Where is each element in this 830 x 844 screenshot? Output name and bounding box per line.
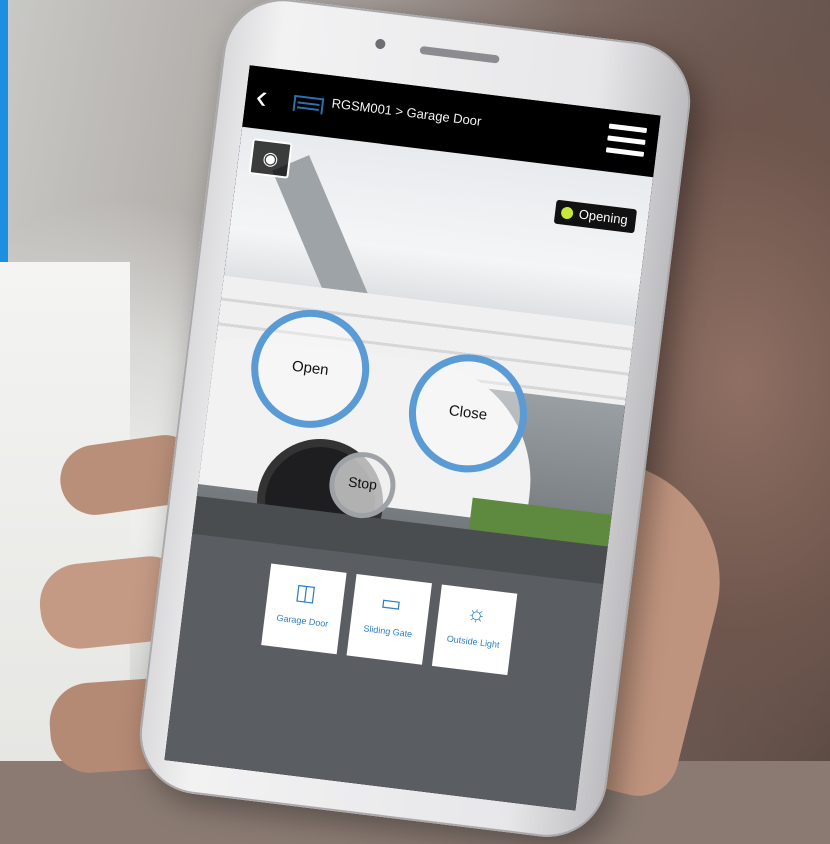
device-bar: ◫ Garage Door ▭ Sliding Gate ☼ Outside L… [164, 533, 604, 811]
camera-snapshot-icon[interactable]: ◉ [248, 138, 293, 179]
device-tile-garage-door[interactable]: ◫ Garage Door [261, 563, 347, 655]
menu-line [605, 147, 645, 157]
front-camera [374, 38, 386, 50]
brand-accent-strip [0, 0, 8, 262]
app-screen: ‹ RGSM001 > Garage Door ◉ Opening Open C… [164, 65, 661, 811]
chevron-left-icon[interactable]: ‹ [254, 76, 289, 119]
hamburger-menu-icon[interactable] [605, 123, 648, 161]
menu-line [607, 135, 646, 145]
smartphone: ‹ RGSM001 > Garage Door ◉ Opening Open C… [133, 0, 697, 844]
menu-line [608, 123, 648, 134]
status-indicator-dot [560, 206, 574, 220]
device-tile-outside-light[interactable]: ☼ Outside Light [431, 584, 518, 676]
phone-speaker [419, 45, 500, 64]
breadcrumb: RGSM001 > Garage Door [330, 95, 483, 129]
garage-door-icon [292, 94, 325, 115]
device-tile-sliding-gate[interactable]: ▭ Sliding Gate [346, 574, 432, 665]
